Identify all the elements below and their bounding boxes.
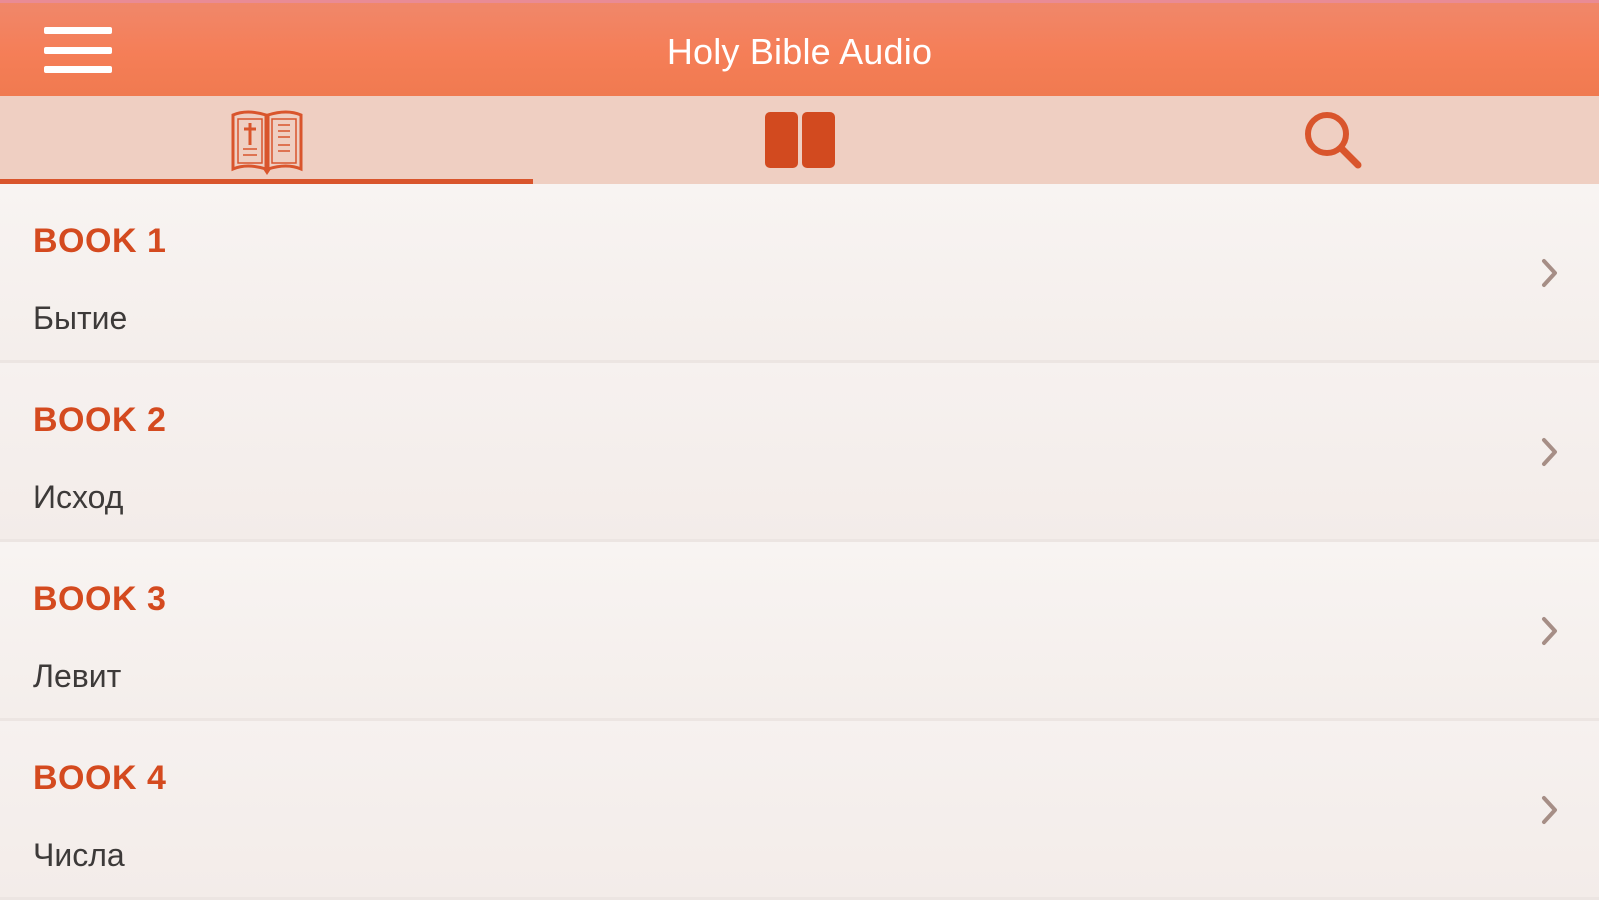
app-header: Holy Bible Audio bbox=[0, 0, 1599, 96]
book-name: Левит bbox=[33, 658, 122, 694]
book-number-label: BOOK 1 bbox=[33, 222, 167, 260]
page-title: Holy Bible Audio bbox=[666, 31, 933, 72]
tab-books[interactable] bbox=[533, 96, 1066, 184]
book-number-label: BOOK 4 bbox=[33, 759, 167, 797]
book-number-label: BOOK 2 bbox=[33, 401, 167, 439]
chevron-right-icon bbox=[1542, 438, 1557, 466]
book-name: Исход bbox=[33, 479, 124, 515]
book-name: Бытие bbox=[33, 300, 128, 336]
book-name: Числа bbox=[33, 837, 125, 873]
book-list: BOOK 1 Бытие BOOK 2 Исход BOOK 3 Левит B… bbox=[0, 184, 1599, 900]
open-bible-icon bbox=[231, 110, 302, 175]
tab-search[interactable] bbox=[1066, 96, 1599, 184]
tab-bar bbox=[0, 96, 1599, 184]
search-icon bbox=[1304, 112, 1361, 169]
book-number-label: BOOK 3 bbox=[33, 580, 167, 618]
list-item[interactable]: BOOK 2 Исход bbox=[0, 363, 1599, 542]
tab-bible[interactable] bbox=[0, 96, 533, 184]
chevron-right-icon bbox=[1542, 796, 1557, 824]
chevron-right-icon bbox=[1542, 259, 1557, 287]
app-window: Holy Bible Audio BOOK 1 Бытие BOOK 2 Исх… bbox=[0, 0, 1599, 900]
list-item[interactable]: BOOK 4 Числа bbox=[0, 721, 1599, 900]
chevron-right-icon bbox=[1542, 617, 1557, 645]
list-item[interactable]: BOOK 1 Бытие bbox=[0, 184, 1599, 363]
book-icon bbox=[764, 112, 835, 168]
list-item[interactable]: BOOK 3 Левит bbox=[0, 542, 1599, 721]
